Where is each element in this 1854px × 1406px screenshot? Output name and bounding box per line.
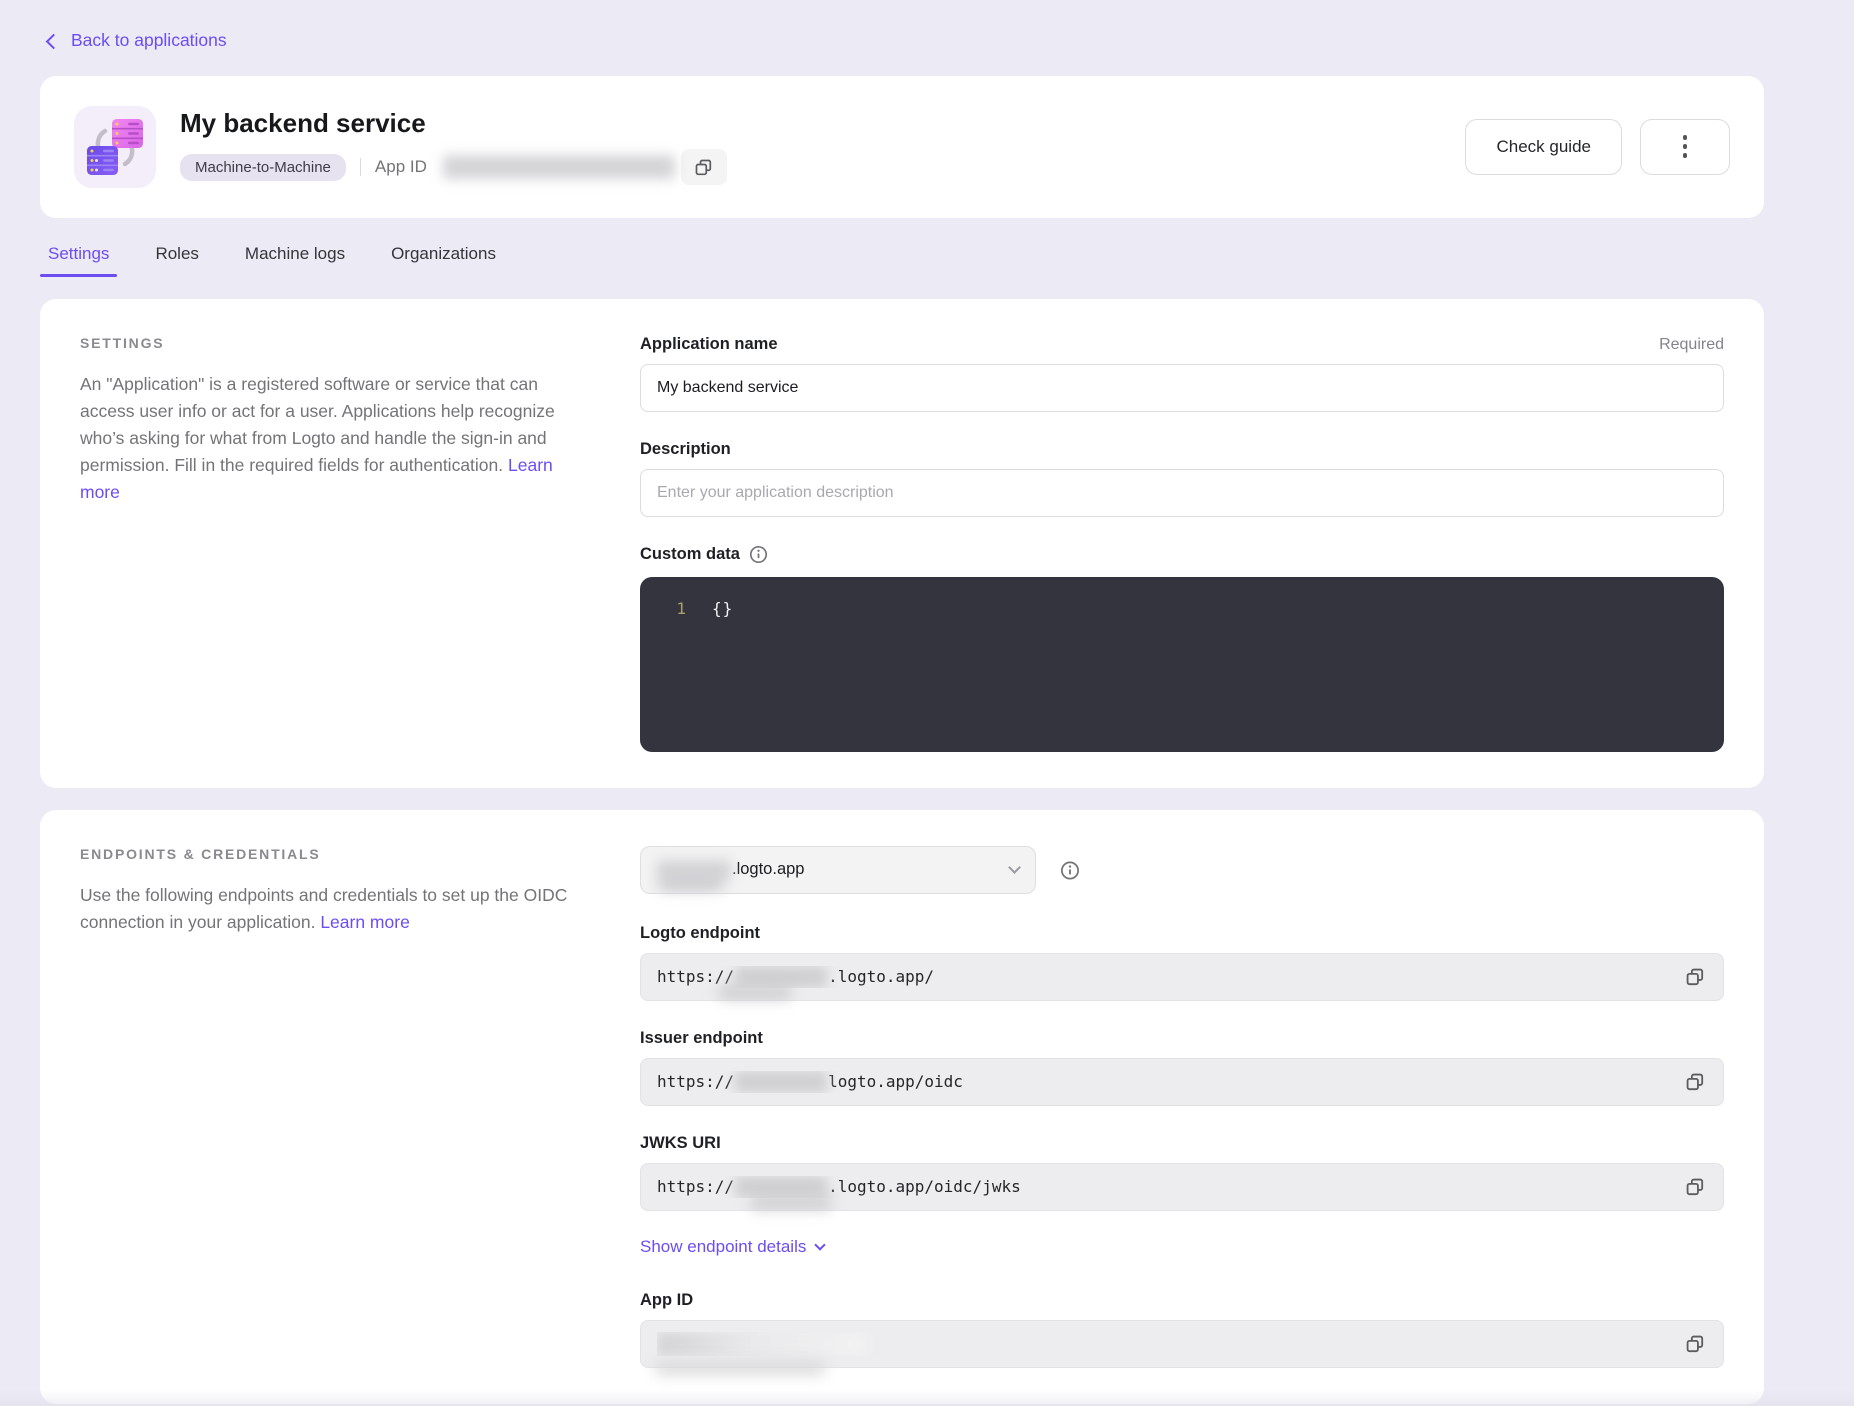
description-label: Description	[640, 440, 731, 459]
copy-app-id-value-button[interactable]	[1679, 1328, 1711, 1360]
logto-endpoint-label: Logto endpoint	[640, 924, 1724, 943]
issuer-endpoint-field: https:// logto.app/oidc	[640, 1058, 1724, 1106]
app-id-redacted-value	[443, 155, 675, 179]
editor-code-content: {}	[712, 597, 733, 621]
domain-select[interactable]: .logto.app	[640, 846, 1036, 894]
tab-bar: Settings Roles Machine logs Organization…	[48, 244, 1854, 277]
copy-icon	[1686, 1073, 1704, 1091]
custom-data-code-editor[interactable]: 1 {}	[640, 577, 1724, 752]
more-actions-button[interactable]	[1640, 119, 1730, 175]
issuer-endpoint-label: Issuer endpoint	[640, 1029, 1724, 1048]
back-link-label: Back to applications	[71, 30, 227, 51]
redacted-segment	[735, 966, 827, 988]
copy-icon	[1686, 1335, 1704, 1353]
chevron-down-icon	[1008, 861, 1021, 874]
app-id-field-label: App ID	[640, 1291, 1724, 1310]
redacted-segment	[735, 1071, 827, 1093]
editor-line-number: 1	[640, 597, 686, 621]
page: Back to applications	[0, 0, 1854, 1404]
jwks-uri-label: JWKS URI	[640, 1134, 1724, 1153]
app-id-field	[640, 1320, 1724, 1368]
app-header-info: My backend service Machine-to-Machine Ap…	[180, 108, 727, 185]
settings-card: SETTINGS An "Application" is a registere…	[40, 299, 1764, 788]
copy-app-id-button[interactable]	[681, 149, 727, 185]
tab-organizations[interactable]: Organizations	[391, 244, 496, 277]
app-header-card: My backend service Machine-to-Machine Ap…	[40, 76, 1764, 218]
application-name-label: Application name	[640, 335, 778, 354]
copy-issuer-endpoint-button[interactable]	[1679, 1066, 1711, 1098]
page-title: My backend service	[180, 108, 727, 139]
logto-endpoint-field: https:// .logto.app/	[640, 953, 1724, 1001]
description-input[interactable]	[640, 469, 1724, 517]
settings-section-description: An "Application" is a registered softwar…	[80, 371, 580, 506]
back-row: Back to applications	[0, 0, 1854, 52]
redaction-smudge	[655, 1361, 825, 1375]
show-endpoint-details-toggle[interactable]: Show endpoint details	[640, 1237, 824, 1257]
kebab-icon	[1683, 135, 1688, 140]
application-name-input[interactable]	[640, 364, 1724, 412]
endpoints-card: ENDPOINTS & CREDENTIALS Use the followin…	[40, 810, 1764, 1404]
domain-info-icon[interactable]	[1060, 860, 1080, 880]
custom-data-label: Custom data	[640, 545, 740, 564]
copy-jwks-uri-button[interactable]	[1679, 1171, 1711, 1203]
divider	[360, 158, 361, 176]
app-type-badge: Machine-to-Machine	[180, 154, 346, 181]
check-guide-button[interactable]: Check guide	[1465, 119, 1622, 175]
endpoints-learn-more-link[interactable]: Learn more	[320, 912, 410, 932]
endpoints-section-heading: ENDPOINTS & CREDENTIALS	[80, 846, 580, 862]
required-hint: Required	[1659, 336, 1724, 354]
back-to-applications-link[interactable]: Back to applications	[48, 30, 227, 51]
domain-redacted-prefix	[657, 860, 731, 880]
copy-logto-endpoint-button[interactable]	[1679, 961, 1711, 993]
tab-machine-logs[interactable]: Machine logs	[245, 244, 345, 277]
custom-data-info-icon[interactable]	[749, 545, 769, 565]
settings-section-heading: SETTINGS	[80, 335, 580, 351]
redaction-smudge	[659, 879, 723, 889]
copy-icon	[695, 159, 712, 176]
jwks-uri-field: https:// .logto.app/oidc/jwks	[640, 1163, 1724, 1211]
chevron-left-icon	[46, 33, 62, 49]
tab-roles[interactable]: Roles	[155, 244, 198, 277]
tab-settings[interactable]: Settings	[48, 244, 109, 277]
app-id-label: App ID	[375, 157, 427, 177]
domain-suffix: .logto.app	[732, 860, 804, 879]
endpoints-section-description: Use the following endpoints and credenti…	[80, 882, 580, 936]
redacted-segment	[657, 1332, 867, 1356]
app-logo-icon	[74, 106, 156, 188]
copy-icon	[1686, 1178, 1704, 1196]
chevron-down-icon	[815, 1239, 826, 1250]
copy-icon	[1686, 968, 1704, 986]
redacted-segment	[735, 1176, 827, 1198]
